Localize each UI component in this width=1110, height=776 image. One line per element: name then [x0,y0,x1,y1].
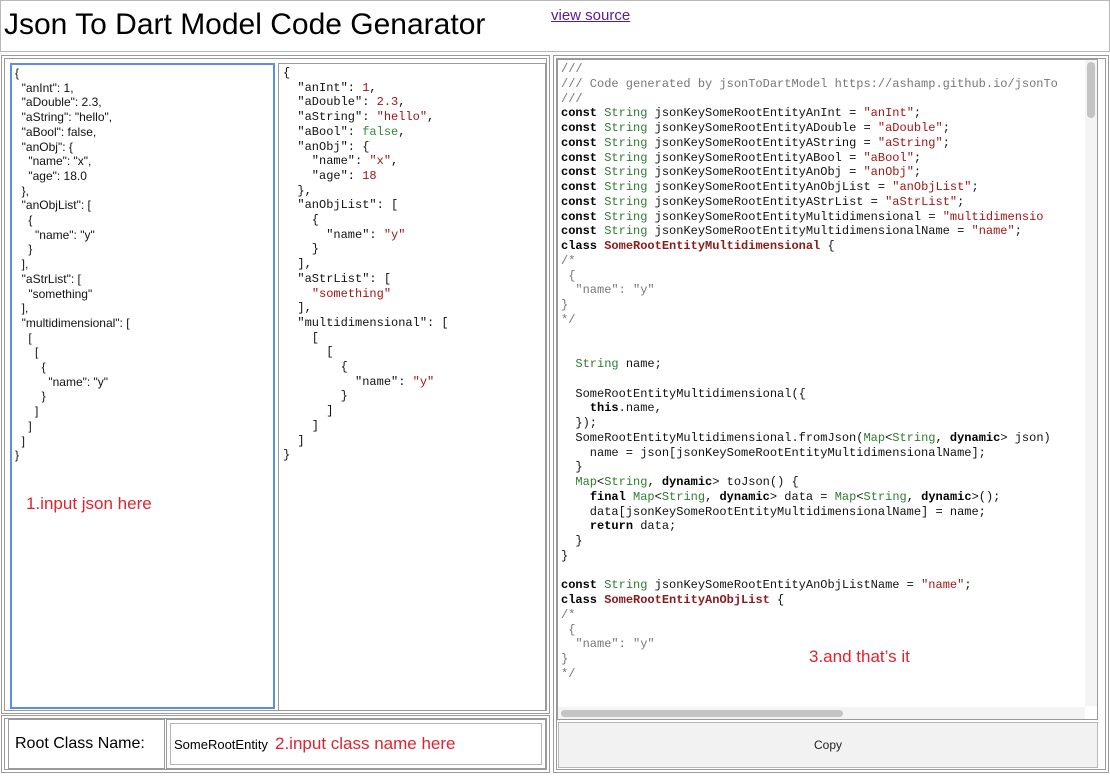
dart-code-line: /* [561,607,576,622]
dart-code-line: } [561,460,583,475]
code-vertical-scroll-thumb[interactable] [1087,62,1095,118]
dart-code-line: class SomeRootEntityAnObjList { [561,593,785,607]
root-class-label: Root Class Name: [8,719,165,769]
formatted-json-line: "aDouble": 2.3, [283,95,406,110]
dart-code-line: /// [561,62,583,76]
dart-code-line: { [561,268,576,283]
formatted-json-line: "anObj": { [283,139,370,154]
json-input-hint: 1.input json here [26,494,152,513]
page-title: Json To Dart Model Code Genarator [4,8,486,41]
dart-code-line: class SomeRootEntityMultidimensional { [561,239,835,253]
dart-code-line: const String jsonKeySomeRootEntityMultid… [561,224,1022,239]
dart-code-line: const String jsonKeySomeRootEntityAStrin… [561,135,950,150]
dart-code-line: Map<String, dynamic> toJson() { [575,475,799,489]
dart-code-line: { [561,622,576,637]
formatted-json-code: { "anInt": 1, "aDouble": 2.3, "aString":… [279,64,545,465]
formatted-json-line: "aString": "hello", [283,110,435,125]
dart-code-output[interactable]: ////// Code generated by jsonToDartModel… [557,59,1098,720]
dart-code-line: } [561,534,583,548]
formatted-json-line: "name": "y" [283,374,435,389]
formatted-json-line: "multidimensional": [ [283,315,449,330]
formatted-json-line: ] [283,433,305,448]
dart-code-line: this.name, [589,401,662,416]
json-input-textarea[interactable]: { "anInt": 1, "aDouble": 2.3, "aString":… [10,63,275,709]
formatted-json-line: ] [283,404,334,419]
dart-code-line: */ [561,666,576,681]
formatted-json-line: "name": "x", [283,154,399,169]
formatted-json-line: ] [283,418,320,433]
dart-code-line: const String jsonKeySomeRootEntityAnObj … [561,165,922,180]
formatted-json-line: "anObjList": [ [283,198,399,213]
formatted-json-line: }, [283,183,312,198]
dart-code-line: /* [561,253,576,268]
dart-code-line: } [561,298,569,312]
copy-button[interactable]: Copy [558,722,1098,768]
dart-code-line: name = json[jsonKeySomeRootEntityMultidi… [561,445,986,460]
dart-code-line: data[jsonKeySomeRootEntityMultidimension… [561,504,986,519]
dart-code-line: /// [561,91,583,106]
dart-code-line: const String jsonKeySomeRootEntityAnObjL… [561,180,979,194]
dart-code-line: SomeRootEntityMultidimensional({ [561,386,806,401]
formatted-json-line: { [283,66,291,80]
dart-code-text: ////// Code generated by jsonToDartModel… [558,60,1097,719]
dart-code-line: "name": "y" [561,283,655,298]
root-class-hint: 2.input class name here [275,734,456,753]
formatted-json-line: "something" [311,286,392,301]
dart-code-line: /// Code generated by jsonToDartModel ht… [561,76,1058,91]
page-header: Json To Dart Model Code Genarator view s… [0,0,1110,52]
dart-code-line: const String jsonKeySomeRootEntityAnInt … [561,106,922,121]
formatted-json-line: "age": 18 [283,168,377,183]
dart-code-line: const String jsonKeySomeRootEntityAStrLi… [561,194,965,209]
dart-code-line: const String jsonKeySomeRootEntityAnObjL… [561,578,972,593]
dart-code-line: ​ [561,564,1094,579]
code-horizontal-scrollbar[interactable] [558,707,1085,719]
output-hint: 3.and that’s it [809,647,910,666]
formatted-json-line: [ [283,330,320,345]
formatted-json-line: ], [283,257,312,272]
dart-code-line: */ [561,312,576,327]
dart-code-line: const String jsonKeySomeRootEntityADoubl… [561,121,950,135]
dart-code-line: const String jsonKeySomeRootEntityMultid… [561,209,1044,224]
formatted-json-line: [ [283,345,334,360]
dart-code-line: String name; [575,357,662,371]
dart-code-line: ​ [561,328,1094,343]
dart-code-line: ​ [561,342,1094,357]
view-source-link[interactable]: view source [551,7,630,24]
formatted-json-line: } [283,242,320,257]
dart-code-line: return data; [589,519,677,534]
formatted-json-line: "name": "y" [283,227,406,242]
dart-code-line: final Map<String, dynamic> data = Map<St… [589,489,1001,504]
dart-code-line: }); [561,416,598,430]
dart-code-line: ​ [561,372,1094,387]
formatted-json-line: "aBool": false, [283,124,406,139]
formatted-json-view: { "anInt": 1, "aDouble": 2.3, "aString":… [278,63,546,711]
dart-code-line: } [561,548,569,563]
formatted-json-line: ], [283,301,312,316]
code-horizontal-scroll-thumb[interactable] [561,710,843,717]
formatted-json-line: } [283,448,291,463]
formatted-json-line: } [283,389,348,404]
formatted-json-line: { [283,213,320,228]
dart-code-line: SomeRootEntityMultidimensional.fromJson(… [561,430,1051,445]
code-vertical-scrollbar[interactable] [1085,60,1097,706]
formatted-json-line: { [283,360,348,375]
formatted-json-line: "aStrList": [ [283,271,392,286]
dart-code-line: ​ [561,682,1094,697]
dart-code-line: const String jsonKeySomeRootEntityABool … [561,150,922,165]
formatted-json-line: "anInt": 1, [283,80,377,95]
